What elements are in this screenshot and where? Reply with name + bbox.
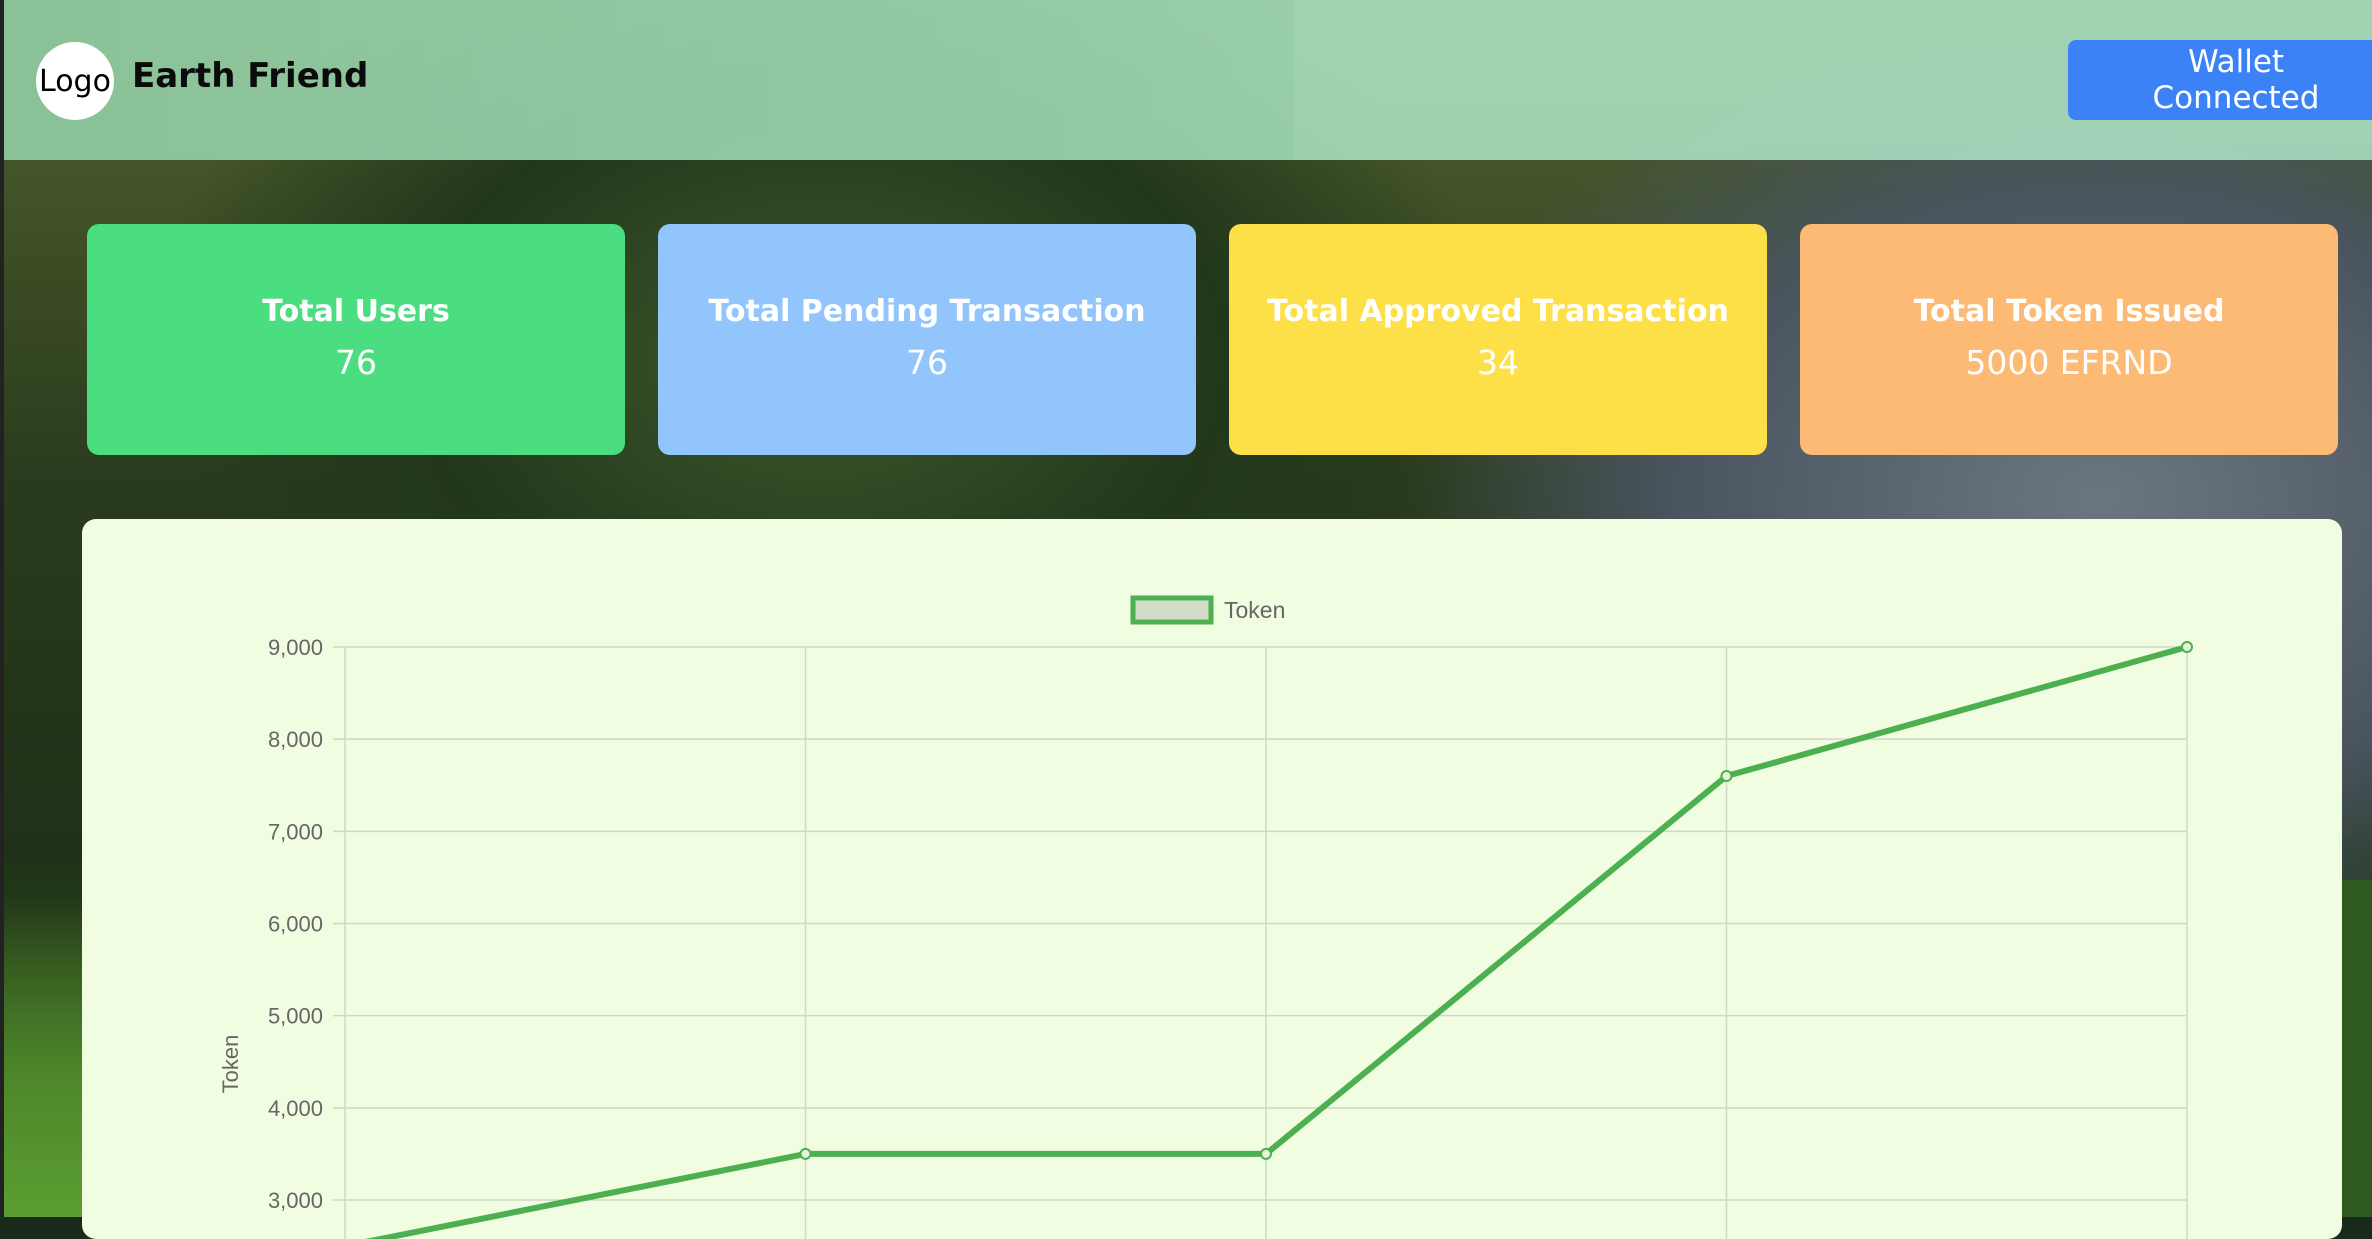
brand-name: Earth Friend — [132, 56, 369, 96]
stat-title: Total Token Issued — [1913, 293, 2225, 329]
chart-panel: 9,000 8,000 7,000 6,000 5,000 4,000 3,000 Toke… — [82, 519, 2342, 1239]
y-tick-label: 5,000 — [268, 1004, 323, 1029]
chart-legend[interactable]: Token — [1130, 595, 1285, 625]
stat-value: 76 — [335, 342, 377, 382]
y-axis-ticks: 9,000 8,000 7,000 6,000 5,000 4,000 3,000 — [268, 635, 323, 1213]
legend-swatch — [1130, 595, 1214, 625]
y-tick-label: 9,000 — [268, 635, 323, 660]
stat-value: 76 — [906, 342, 948, 382]
chart-grid — [333, 646, 2188, 1239]
y-tick-label: 4,000 — [268, 1096, 323, 1121]
stat-card-approved-transaction: Total Approved Transaction 34 — [1229, 224, 1767, 455]
data-point[interactable] — [1720, 770, 1733, 783]
data-point[interactable] — [2181, 641, 2193, 653]
stat-value: 5000 EFRND — [1965, 342, 2173, 382]
stat-title: Total Pending Transaction — [708, 293, 1146, 329]
wallet-connected-button[interactable]: Wallet Connected — [2068, 40, 2372, 120]
y-tick-label: 6,000 — [268, 912, 323, 937]
y-tick-label: 3,000 — [268, 1188, 323, 1213]
left-edge — [0, 0, 4, 1217]
logo[interactable]: Logo — [36, 42, 114, 120]
stat-card-total-users: Total Users 76 — [87, 224, 625, 455]
stat-card-pending-transaction: Total Pending Transaction 76 — [658, 224, 1196, 455]
stat-title: Total Approved Transaction — [1267, 293, 1729, 329]
data-point[interactable] — [1260, 1147, 1272, 1160]
y-tick-label: 7,000 — [268, 819, 323, 844]
data-point[interactable] — [799, 1147, 812, 1160]
y-axis-label: Token — [218, 1035, 243, 1094]
top-navbar: Logo Earth Friend — [4, 0, 2372, 160]
y-tick-label: 8,000 — [268, 727, 323, 752]
token-line-chart: 9,000 8,000 7,000 6,000 5,000 4,000 3,000 Toke… — [218, 595, 2193, 1239]
stat-card-token-issued: Total Token Issued 5000 EFRND — [1800, 224, 2338, 455]
stat-value: 34 — [1477, 342, 1519, 382]
stat-title: Total Users — [262, 293, 450, 329]
legend-label: Token — [1224, 597, 1285, 623]
